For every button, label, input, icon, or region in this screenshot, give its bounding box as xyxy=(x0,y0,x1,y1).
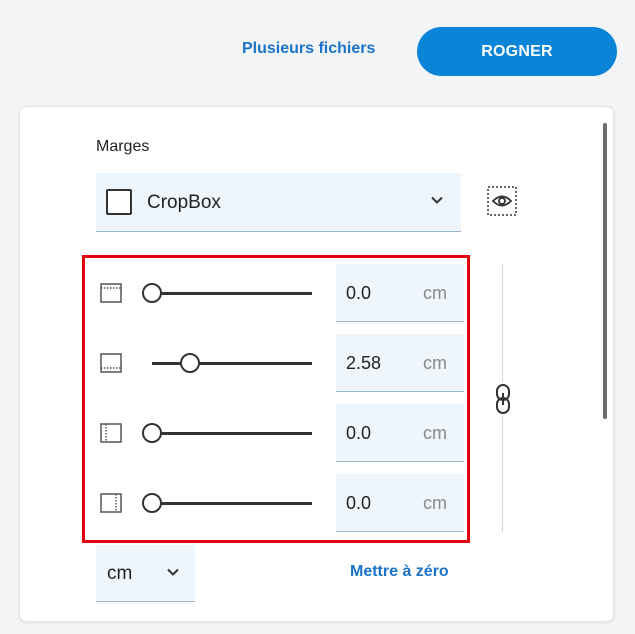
box-type-value: CropBox xyxy=(147,192,221,213)
margins-label: Marges xyxy=(96,138,150,155)
box-checkbox[interactable] xyxy=(106,189,132,215)
reset-link[interactable]: Mettre à zéro xyxy=(350,563,449,581)
unit-select[interactable]: cm xyxy=(96,545,195,602)
chevron-down-icon xyxy=(431,196,443,204)
chain-link-icon[interactable] xyxy=(490,382,516,416)
eye-preview-icon[interactable] xyxy=(487,186,517,216)
box-type-select[interactable]: CropBox xyxy=(96,173,461,232)
crop-tool: Plusieurs fichiers ROGNER Marges CropBox… xyxy=(0,0,635,634)
unit-select-value: cm xyxy=(107,563,133,584)
crop-button[interactable]: ROGNER xyxy=(417,27,617,76)
chevron-down-icon xyxy=(167,568,179,576)
panel-scrollbar[interactable] xyxy=(603,123,607,419)
highlight-frame xyxy=(82,255,470,543)
multiple-files-link[interactable]: Plusieurs fichiers xyxy=(242,40,375,58)
